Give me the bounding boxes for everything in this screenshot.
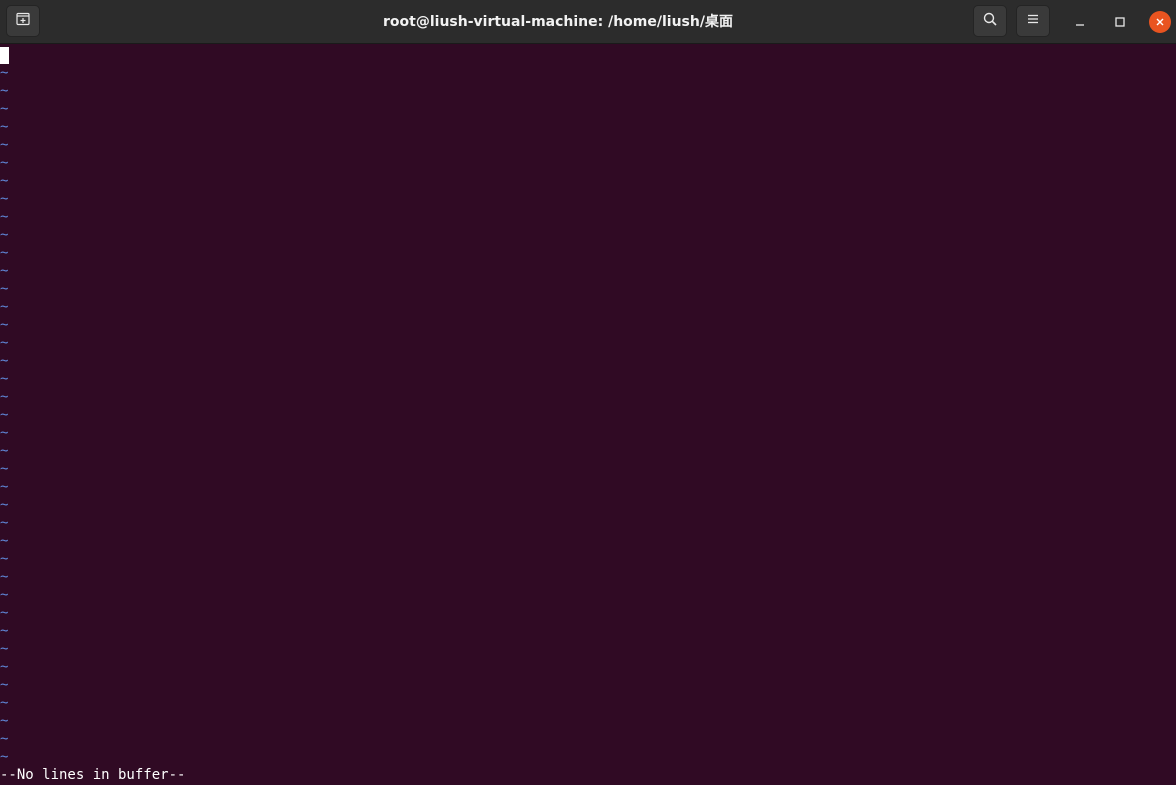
tilde-line: ~ [0, 119, 9, 135]
tilde-line: ~ [0, 713, 9, 729]
minimize-icon [1074, 13, 1086, 32]
maximize-button[interactable] [1109, 11, 1131, 33]
tilde-line: ~ [0, 749, 9, 765]
tilde-line: ~ [0, 155, 9, 171]
tilde-line: ~ [0, 227, 9, 243]
tilde-line: ~ [0, 551, 9, 567]
tilde-line: ~ [0, 731, 9, 747]
tilde-line: ~ [0, 299, 9, 315]
tilde-line: ~ [0, 461, 9, 477]
tilde-line: ~ [0, 263, 9, 279]
empty-line-markers: ~ ~ ~ ~ ~ ~ ~ ~ ~ ~ ~ ~ ~ ~ ~ ~ ~ ~ ~ ~ ~ ~ ~ ~ ~ ~ ~ ~ ~ ~ ~ ~ ~ ~ ~ ~ ~ ~ ~ [0, 64, 8, 766]
tilde-line: ~ [0, 245, 9, 261]
tilde-line: ~ [0, 371, 9, 387]
tilde-line: ~ [0, 173, 9, 189]
tilde-line: ~ [0, 515, 9, 531]
terminal-window: root@liush-virtual-machine: /home/liush/… [0, 0, 1176, 785]
tilde-line: ~ [0, 479, 9, 495]
tilde-line: ~ [0, 335, 9, 351]
tilde-line: ~ [0, 587, 9, 603]
tilde-line: ~ [0, 407, 9, 423]
tilde-line: ~ [0, 695, 9, 711]
new-tab-icon [15, 11, 31, 31]
tilde-line: ~ [0, 497, 9, 513]
window-title: root@liush-virtual-machine: /home/liush/… [383, 14, 733, 30]
tilde-line: ~ [0, 83, 9, 99]
tilde-line: ~ [0, 353, 9, 369]
hamburger-menu-icon [1025, 11, 1041, 31]
tilde-line: ~ [0, 281, 9, 297]
title-bar: root@liush-virtual-machine: /home/liush/… [0, 0, 1176, 44]
text-cursor [0, 47, 9, 64]
terminal-area[interactable]: ~ ~ ~ ~ ~ ~ ~ ~ ~ ~ ~ ~ ~ ~ ~ ~ ~ ~ ~ ~ ~ ~ ~ ~ ~ ~ ~ ~ ~ ~ ~ ~ ~ ~ ~ ~ ~ ~ ~ … [0, 44, 1176, 785]
minimize-button[interactable] [1069, 11, 1091, 33]
tilde-line: ~ [0, 623, 9, 639]
tilde-line: ~ [0, 209, 9, 225]
terminal-scrollbar[interactable] [1172, 44, 1176, 785]
tilde-line: ~ [0, 191, 9, 207]
tilde-line: ~ [0, 317, 9, 333]
search-icon [982, 11, 998, 31]
tilde-line: ~ [0, 137, 9, 153]
tilde-line: ~ [0, 389, 9, 405]
tilde-line: ~ [0, 65, 9, 81]
tilde-line: ~ [0, 443, 9, 459]
menu-button[interactable] [1016, 5, 1050, 37]
close-button[interactable] [1149, 11, 1171, 33]
new-tab-button[interactable] [6, 5, 40, 37]
tilde-line: ~ [0, 677, 9, 693]
search-button[interactable] [973, 5, 1007, 37]
tilde-line: ~ [0, 533, 9, 549]
tilde-line: ~ [0, 569, 9, 585]
close-icon [1154, 13, 1166, 32]
tilde-line: ~ [0, 641, 9, 657]
tilde-line: ~ [0, 659, 9, 675]
maximize-icon [1114, 13, 1126, 32]
tilde-line: ~ [0, 605, 9, 621]
tilde-line: ~ [0, 101, 9, 117]
vim-status-message: --No lines in buffer-- [0, 767, 186, 783]
tilde-line: ~ [0, 425, 9, 441]
